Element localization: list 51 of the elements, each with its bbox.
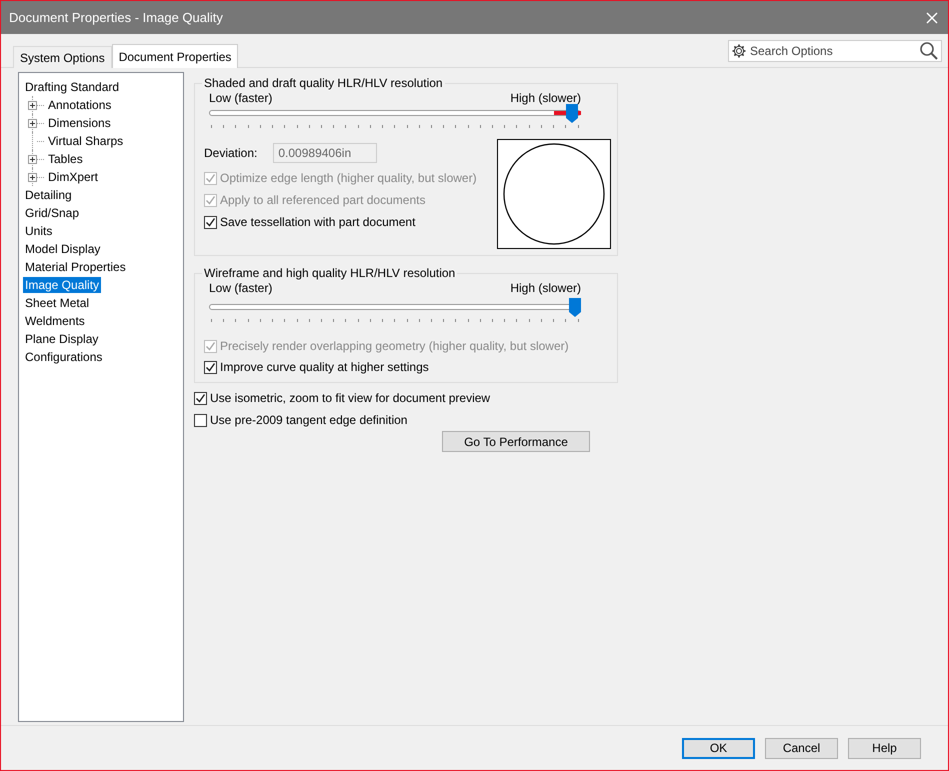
dialog-button[interactable]: Cancel	[765, 738, 838, 758]
group-title: Wireframe and high quality HLR/HLV resolution	[203, 266, 456, 280]
performance-button[interactable]: Go To Performance	[442, 431, 590, 452]
tree-item[interactable]: Material Properties	[23, 259, 128, 275]
tree-item[interactable]: Detailing	[23, 187, 74, 203]
slider-label: Low (faster)	[209, 281, 272, 295]
deviation-field[interactable]: 0.00989406in	[273, 143, 378, 163]
tree-item[interactable]: Image Quality	[23, 277, 102, 293]
search-icon[interactable]	[919, 40, 939, 60]
slider-thumb[interactable]	[569, 298, 582, 317]
group-title: Shaded and draft quality HLR/HLV resolution	[203, 76, 444, 90]
dialog-button[interactable]: Help	[848, 738, 921, 758]
checkbox-option[interactable]: Use isometric, zoom to fit view for document preview	[194, 389, 618, 407]
tree-item[interactable]: Plane Display	[23, 331, 100, 347]
tab[interactable]: System Options	[13, 46, 112, 68]
checkbox[interactable]	[194, 414, 207, 426]
tree-item[interactable]: Drafting Standard	[23, 79, 122, 95]
tree-item[interactable]: Tables	[46, 151, 85, 167]
slider-label: High (slower)	[510, 281, 581, 295]
tree-item[interactable]: Units	[23, 223, 54, 239]
tree-item[interactable]: Dimensions	[46, 115, 113, 131]
window-title: Document Properties - Image Quality	[9, 10, 223, 25]
tree-item[interactable]: DimXpert	[46, 169, 100, 185]
slider-label: Low (faster)	[209, 91, 272, 105]
deviation-label: Deviation:	[204, 146, 258, 160]
tree-item[interactable]: Sheet Metal	[23, 295, 92, 311]
slider-thumb[interactable]	[566, 104, 578, 123]
settings-icon	[731, 42, 747, 58]
expand-icon[interactable]	[28, 154, 37, 164]
slider[interactable]	[209, 104, 581, 123]
tree-item[interactable]: Weldments	[23, 313, 87, 329]
checkbox[interactable]	[194, 392, 207, 404]
slider[interactable]	[209, 298, 581, 317]
tree-item[interactable]: Annotations	[46, 97, 114, 113]
tree-item[interactable]: Virtual Sharps	[46, 133, 126, 149]
checkbox-option[interactable]: Use pre-2009 tangent edge definition	[194, 411, 618, 429]
checkbox-option[interactable]: Save tessellation with part document	[204, 213, 477, 231]
checkbox[interactable]	[204, 216, 217, 228]
close-icon[interactable]	[926, 12, 938, 24]
expand-icon[interactable]	[28, 172, 37, 182]
tree-item[interactable]: Configurations	[23, 349, 104, 365]
tree-item[interactable]: Model Display	[23, 241, 102, 257]
dialog-button[interactable]: OK	[682, 738, 755, 758]
expand-icon[interactable]	[28, 118, 37, 128]
slider-label: High (slower)	[510, 91, 581, 105]
checkbox[interactable]	[204, 360, 217, 374]
search-field[interactable]: Search Options	[728, 40, 942, 62]
tree-item[interactable]: Grid/Snap	[23, 205, 82, 221]
expand-icon[interactable]	[28, 100, 37, 110]
tab[interactable]: Document Properties	[112, 44, 238, 68]
checkbox-option[interactable]: Improve curve quality at higher settings	[204, 358, 611, 376]
